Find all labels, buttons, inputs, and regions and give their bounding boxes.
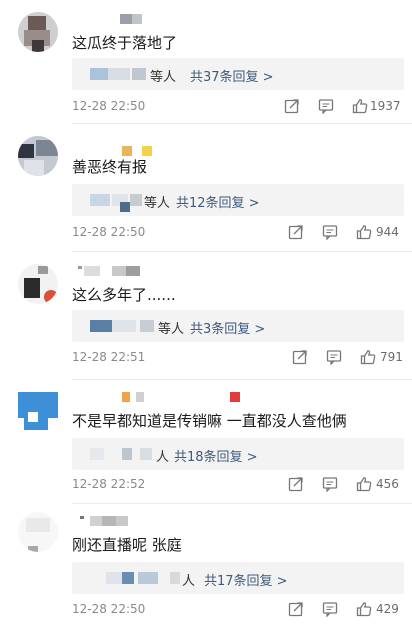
- thumbs-up-icon[interactable]: [352, 98, 368, 114]
- replies-preview[interactable]: 等人 共12条回复 >: [72, 184, 404, 216]
- like-count: 429: [376, 602, 399, 616]
- comment-icon[interactable]: [326, 349, 342, 365]
- comment-text: 这瓜终于落地了: [72, 34, 178, 52]
- like-count: 1937: [370, 99, 401, 113]
- share-icon[interactable]: [288, 476, 304, 492]
- comment-item: 善恶终有报 等人 共12条回复 > 12-28 22:50 944: [0, 124, 412, 252]
- reply-count-link[interactable]: 共3条回复 >: [190, 318, 265, 337]
- comment-meta: 12-28 22:51 791: [72, 349, 403, 366]
- replies-preview[interactable]: 等人 共3条回复 >: [72, 310, 404, 342]
- share-icon[interactable]: [288, 601, 304, 617]
- thumbs-up-icon[interactable]: [356, 476, 372, 492]
- share-icon[interactable]: [292, 349, 308, 365]
- comment-text: 善恶终有报: [72, 158, 148, 176]
- reply-prefix: 人: [156, 450, 170, 465]
- avatar[interactable]: [18, 264, 58, 304]
- reply-prefix: 等人: [158, 322, 185, 337]
- avatar[interactable]: [18, 136, 58, 176]
- comment-icon[interactable]: [318, 98, 334, 114]
- avatar[interactable]: [18, 512, 58, 552]
- share-icon[interactable]: [288, 224, 304, 240]
- comment-icon[interactable]: [322, 601, 338, 617]
- comment-meta: 12-28 22:52 456: [72, 477, 402, 493]
- replies-preview[interactable]: 等人 共37条回复 >: [72, 58, 404, 90]
- timestamp: 12-28 22:50: [72, 99, 146, 113]
- comment-icon[interactable]: [322, 476, 338, 492]
- comment-item: 这瓜终于落地了 等人 共37条回复 > 12-28 22:50 1937: [0, 0, 412, 124]
- comment-meta: 12-28 22:50 944: [72, 225, 402, 241]
- like-count: 791: [380, 350, 403, 364]
- reply-count-link[interactable]: 共17条回复 >: [204, 570, 288, 589]
- reply-prefix: 等人: [144, 196, 171, 211]
- reply-count-link[interactable]: 共37条回复 >: [190, 66, 274, 85]
- timestamp: 12-28 22:50: [72, 225, 146, 239]
- like-count: 944: [376, 225, 399, 239]
- comment-meta: 12-28 22:50 429: [72, 602, 402, 618]
- timestamp: 12-28 22:51: [72, 350, 146, 364]
- comment-meta: 12-28 22:50 1937: [72, 99, 402, 115]
- avatar[interactable]: [18, 12, 58, 52]
- share-icon[interactable]: [284, 98, 300, 114]
- comment-text: 这么多年了......: [72, 286, 176, 304]
- replies-preview[interactable]: 人 共17条回复 >: [72, 562, 404, 594]
- reply-prefix: 等人: [150, 70, 177, 85]
- replies-preview[interactable]: 人 共18条回复 >: [72, 438, 404, 470]
- comment-text: 不是早都知道是传销嘛 一直都没人查他俩: [72, 412, 347, 430]
- comment-item: 刚还直播呢 张庭 人 共17条回复 > 12-28 22:50 429: [0, 504, 412, 626]
- thumbs-up-icon[interactable]: [356, 224, 372, 240]
- comment-icon[interactable]: [322, 224, 338, 240]
- comment-text: 刚还直播呢 张庭: [72, 536, 182, 554]
- avatar[interactable]: [18, 392, 58, 432]
- timestamp: 12-28 22:52: [72, 477, 146, 491]
- like-count: 456: [376, 477, 399, 491]
- comment-item: 这么多年了...... 等人 共3条回复 > 12-28 22:51 791: [0, 252, 412, 380]
- thumbs-up-icon[interactable]: [356, 601, 372, 617]
- reply-count-link[interactable]: 共18条回复 >: [174, 446, 258, 465]
- reply-count-link[interactable]: 共12条回复 >: [176, 192, 260, 211]
- reply-prefix: 人: [182, 574, 196, 589]
- timestamp: 12-28 22:50: [72, 602, 146, 616]
- comment-item: 不是早都知道是传销嘛 一直都没人查他俩 人 共18条回复 > 12-28 22:…: [0, 380, 412, 504]
- thumbs-up-icon[interactable]: [360, 349, 376, 365]
